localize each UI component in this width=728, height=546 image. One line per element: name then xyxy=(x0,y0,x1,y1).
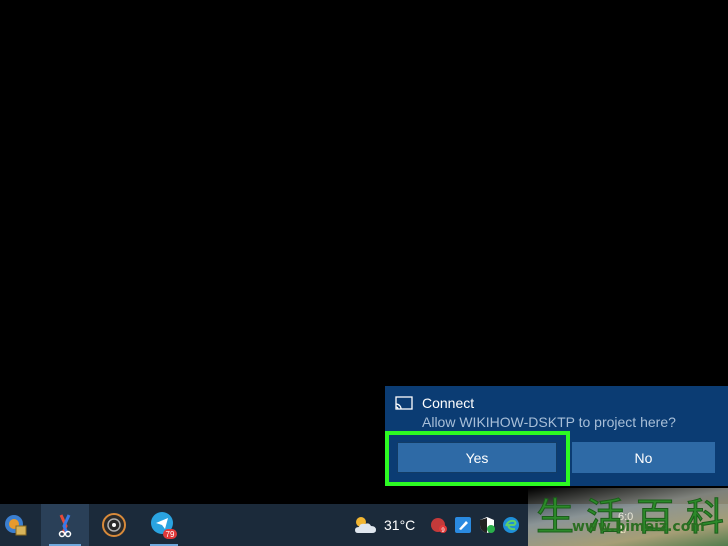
connect-notification: Connect Allow WIKIHOW-DSKTP to project h… xyxy=(385,386,728,486)
control-panel-icon xyxy=(5,515,27,536)
media-player-icon xyxy=(102,513,126,537)
yes-button[interactable]: Yes xyxy=(397,442,557,473)
temperature: 31°C xyxy=(384,517,416,533)
notification-header: Connect xyxy=(395,395,474,411)
weather-partly-cloudy-icon xyxy=(355,517,376,533)
clock-date: 1/ xyxy=(618,524,628,536)
vpn-icon[interactable]: 9 xyxy=(430,516,448,534)
notification-message: Allow WIKIHOW-DSKTP to project here? xyxy=(422,414,676,430)
weather-widget[interactable]: 31°C xyxy=(352,504,415,546)
system-tray: 9 xyxy=(430,504,520,546)
taskbar: 79 31°C 9 6:0 1/ xyxy=(0,504,728,546)
security-icon[interactable] xyxy=(478,516,496,534)
edge-icon[interactable] xyxy=(502,516,520,534)
taskbar-app-snipping-tool[interactable] xyxy=(41,504,89,546)
cast-icon xyxy=(395,396,413,410)
taskbar-app-telegram[interactable]: 79 xyxy=(140,504,188,546)
snipping-tool-icon xyxy=(58,514,72,538)
notification-title: Connect xyxy=(422,395,475,411)
taskbar-app-control-panel[interactable] xyxy=(0,504,40,546)
taskbar-app-media-player[interactable] xyxy=(90,504,138,546)
clock-time: 6:0 xyxy=(618,511,634,523)
no-button[interactable]: No xyxy=(572,442,715,473)
clock[interactable]: 6:0 1/ xyxy=(618,511,633,537)
telegram-icon: 79 xyxy=(151,512,177,539)
pen-icon[interactable] xyxy=(454,516,472,534)
telegram-badge: 79 xyxy=(166,530,175,539)
